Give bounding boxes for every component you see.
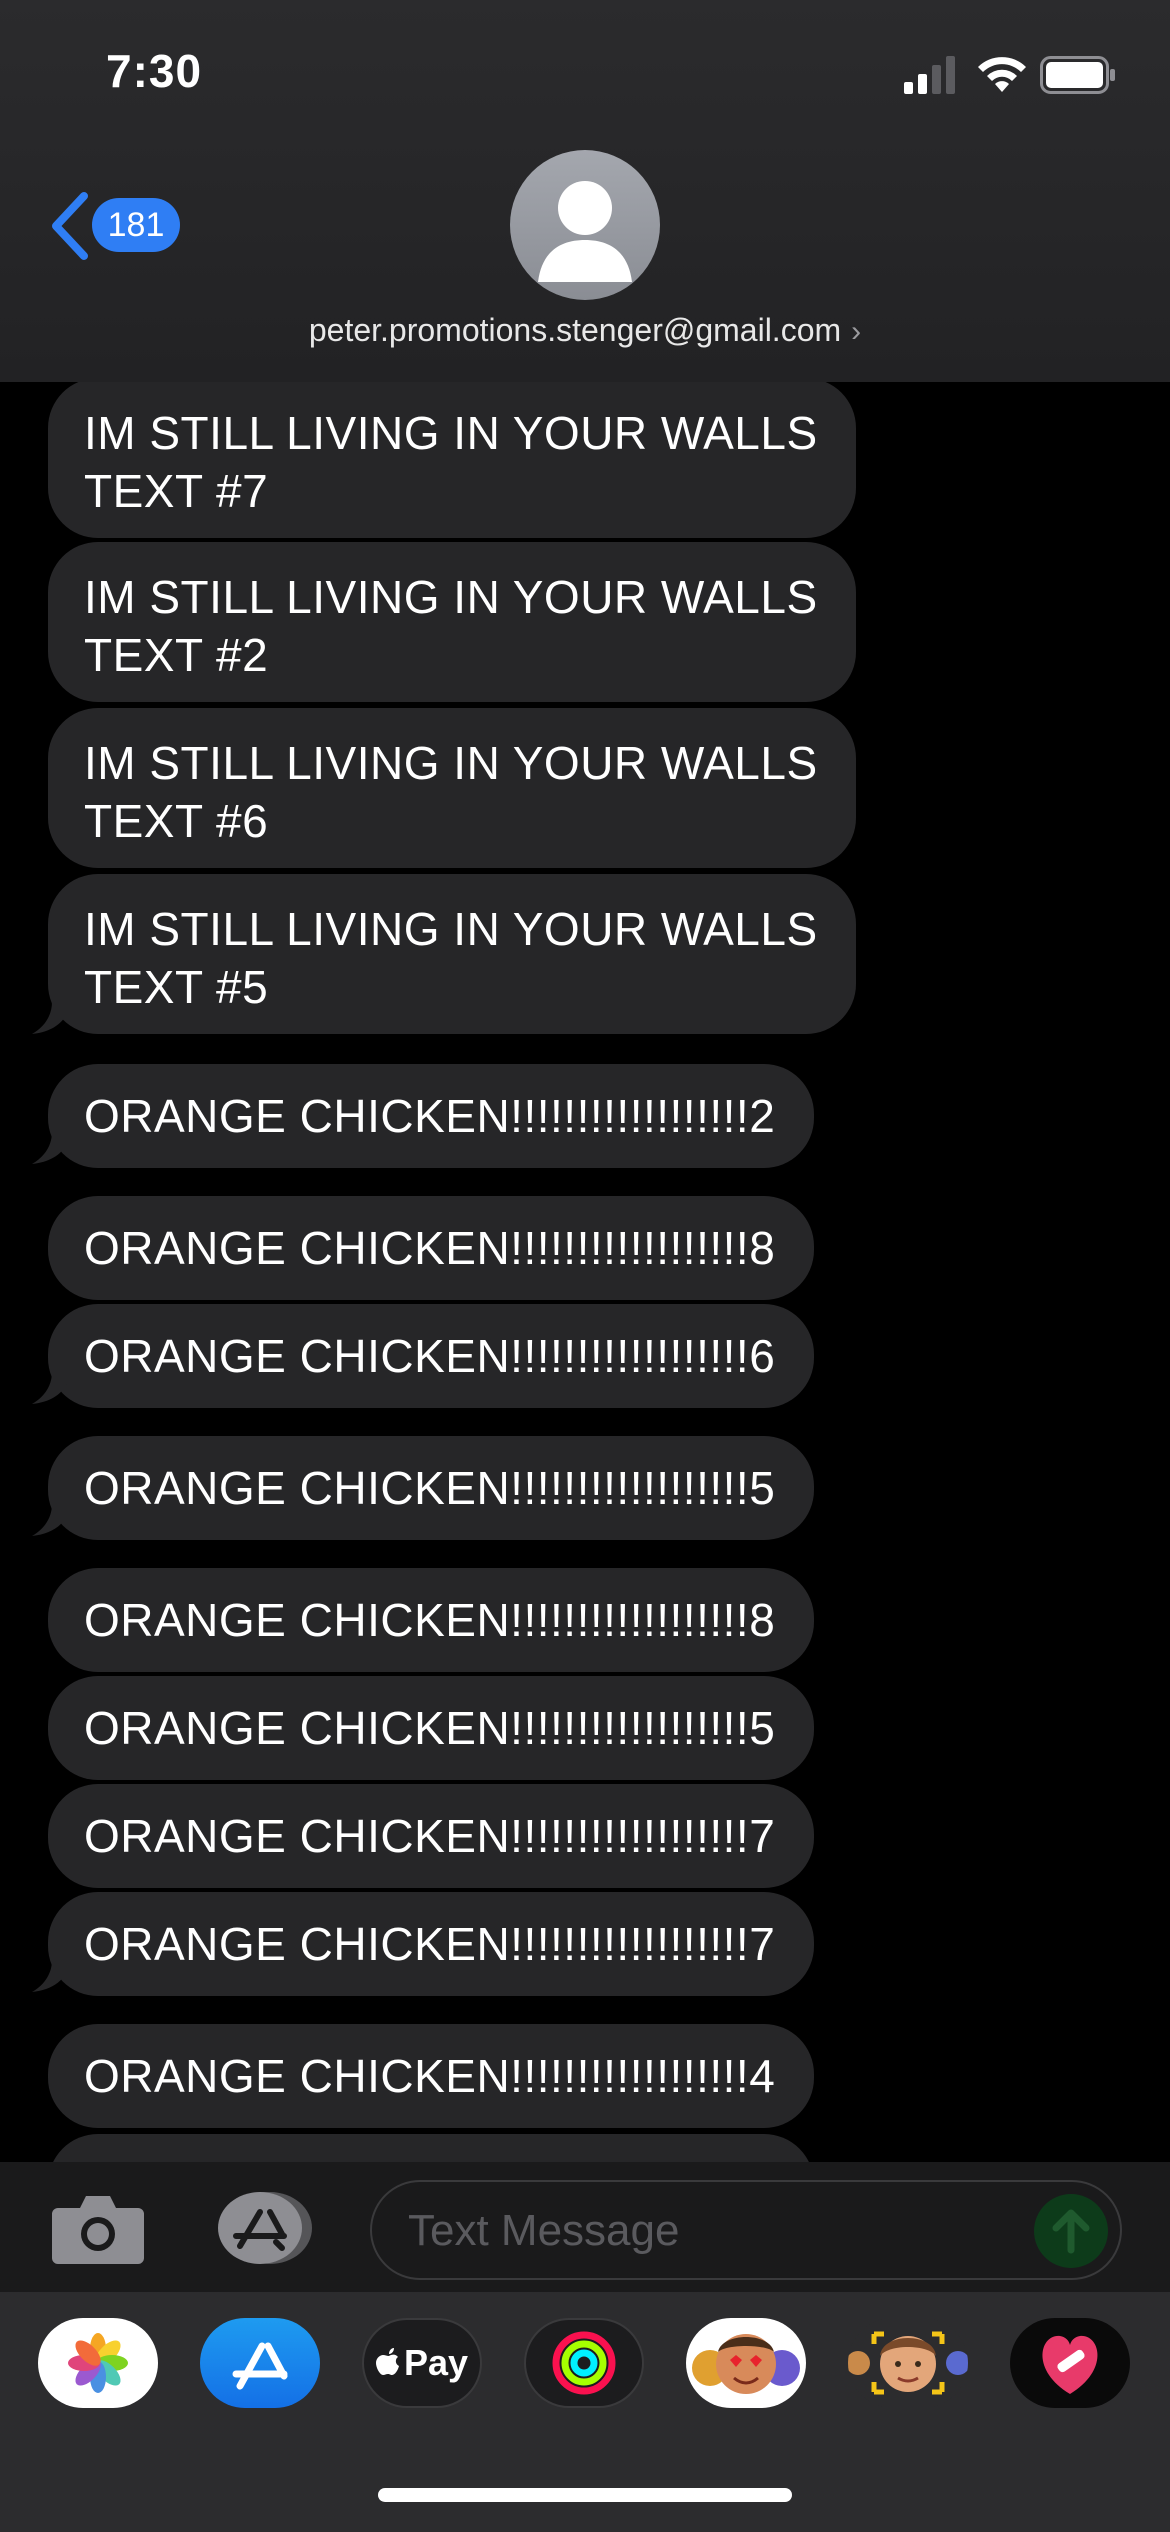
message-input[interactable]: Text Message [370, 2180, 1122, 2280]
message-bubble[interactable]: ORANGE CHICKEN!!!!!!!!!!!!!!!!!!4 [48, 2024, 814, 2128]
message-bubble-partial[interactable] [48, 2134, 814, 2162]
message-bubble[interactable]: ORANGE CHICKEN!!!!!!!!!!!!!!!!!!2 [48, 1064, 814, 1168]
compose-bar: Text Message [0, 2162, 1170, 2292]
photos-icon[interactable] [38, 2318, 158, 2408]
message-bubble[interactable]: ORANGE CHICKEN!!!!!!!!!!!!!!!!!!5 [48, 1676, 814, 1780]
send-arrow-icon [1052, 2209, 1090, 2254]
chevron-right-icon: › [851, 315, 862, 348]
apple-logo-icon [375, 2348, 399, 2375]
message-bubble[interactable]: ORANGE CHICKEN!!!!!!!!!!!!!!!!!!8 [48, 1568, 814, 1672]
contact-avatar-icon[interactable] [510, 150, 660, 300]
message-bubble[interactable]: ORANGE CHICKEN!!!!!!!!!!!!!!!!!!8 [48, 1196, 814, 1300]
bubble-tail [32, 1132, 70, 1164]
apple-pay-label: Pay [403, 2342, 469, 2383]
memoji-icon[interactable] [848, 2318, 968, 2408]
home-indicator[interactable] [378, 2488, 792, 2502]
heart-sticker-icon[interactable] [1010, 2318, 1130, 2408]
app-store-icon[interactable] [210, 2190, 318, 2266]
signal-icon [904, 56, 955, 94]
message-bubble[interactable]: ORANGE CHICKEN!!!!!!!!!!!!!!!!!!7 [48, 1892, 814, 1996]
fitness-activity-icon[interactable] [524, 2318, 644, 2408]
battery-icon [1040, 56, 1115, 94]
bubble-tail [32, 1504, 70, 1536]
apple-pay-icon[interactable]: Pay [362, 2318, 482, 2408]
message-bubble[interactable]: IM STILL LIVING IN YOUR WALLS TEXT #7 [48, 382, 856, 538]
animoji-icon[interactable] [686, 2318, 806, 2408]
send-button[interactable] [1034, 2194, 1108, 2268]
message-thread[interactable]: IM STILL LIVING IN YOUR WALLS TEXT #7 IM… [0, 382, 1170, 2162]
camera-icon[interactable] [50, 2190, 146, 2266]
back-chevron-icon[interactable] [48, 190, 92, 262]
conversation-header: 7:30 181 peter.promotions.stenger@gmail.… [0, 0, 1170, 382]
message-bubble[interactable]: ORANGE CHICKEN!!!!!!!!!!!!!!!!!!6 [48, 1304, 814, 1408]
contact-name[interactable]: peter.promotions.stenger@gmail.com › [0, 312, 1170, 349]
contact-address[interactable]: peter.promotions.stenger@gmail.com [309, 312, 841, 348]
message-bubble[interactable]: IM STILL LIVING IN YOUR WALLS TEXT #6 [48, 708, 856, 868]
wifi-icon [978, 57, 1026, 92]
message-input-placeholder: Text Message [408, 2206, 680, 2255]
bubble-tail [32, 1372, 70, 1404]
back-unread-badge[interactable]: 181 [92, 198, 180, 252]
bubble-tail [32, 1960, 70, 1992]
message-bubble[interactable]: IM STILL LIVING IN YOUR WALLS TEXT #2 [48, 542, 856, 702]
status-time: 7:30 [106, 45, 203, 97]
app-store-app-icon[interactable] [200, 2318, 320, 2408]
message-bubble[interactable]: IM STILL LIVING IN YOUR WALLS TEXT #5 [48, 874, 856, 1034]
message-bubble[interactable]: ORANGE CHICKEN!!!!!!!!!!!!!!!!!!7 [48, 1784, 814, 1888]
bubble-tail [32, 1002, 70, 1034]
message-bubble[interactable]: ORANGE CHICKEN!!!!!!!!!!!!!!!!!!5 [48, 1436, 814, 1540]
